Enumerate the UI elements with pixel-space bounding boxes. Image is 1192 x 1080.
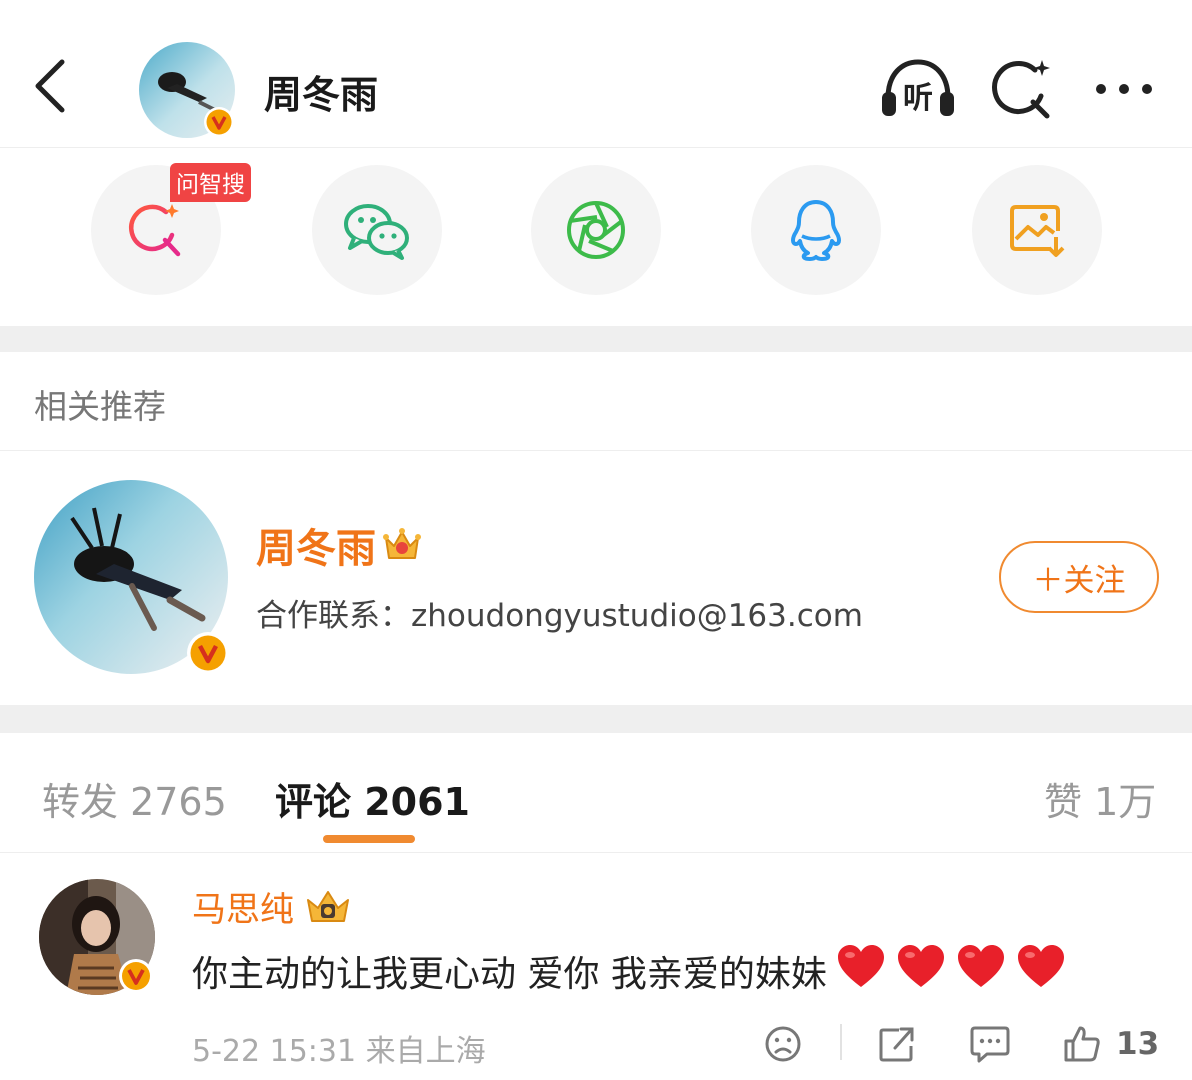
thumbs-up-icon [1064,1026,1100,1062]
more-icon [1096,84,1152,94]
like-count: 13 [1116,1026,1160,1062]
smart-search-icon [129,204,181,257]
save-image-icon [1010,205,1065,257]
headphones-icon: 听 [882,59,954,116]
smart-search-icon [992,60,1050,119]
header-avatar[interactable] [137,40,237,140]
comment-bubble-icon [970,1026,1010,1063]
reply-button[interactable] [969,1022,1011,1066]
share-row: 问智搜 [0,150,1192,326]
interaction-tabs: 转发 2765 评论 2061 赞 1万 [0,733,1192,853]
share-qq-button[interactable] [751,165,881,295]
chevron-left-icon [35,59,65,113]
verified-badge-icon [119,959,153,993]
qq-icon [791,200,841,261]
search-button[interactable] [984,56,1060,122]
moments-icon [567,201,625,259]
more-button[interactable] [1086,56,1162,122]
frown-face-icon [765,1026,801,1062]
tab-like[interactable]: 赞 1万 [1044,771,1156,826]
top-bar: 周冬雨 听 [0,0,1192,148]
share-save-image-button[interactable] [972,165,1102,295]
heart-emoji-icon [895,942,947,990]
comment-body: 你主动的让我更心动 爱你 我亲爱的妹妹 [192,942,1067,999]
new-tag-badge: 问智搜 [170,163,251,202]
related-user-name[interactable]: 周冬雨 [256,516,376,574]
heart-emoji-icon [1015,942,1067,990]
comment-text: 你主动的让我更心动 爱你 我亲爱的妹妹 [192,953,827,995]
comment-meta: 5-22 15:31 来自上海 [192,1034,486,1069]
share-wechat-button[interactable] [312,165,442,295]
tab-repost[interactable]: 转发 2765 [42,771,227,826]
comment-author-name[interactable]: 马思纯 [192,882,294,931]
like-button[interactable]: 13 [1062,1022,1159,1066]
verified-badge-icon [204,107,234,137]
follow-button[interactable]: ＋关注 [999,541,1159,613]
crown-badge-icon [383,528,421,559]
share-comment-button[interactable] [877,1022,917,1066]
listen-button[interactable]: 听 [880,56,956,122]
related-user-avatar[interactable] [32,478,230,676]
comment-author-row[interactable]: 马思纯 [192,882,352,931]
share-icon [879,1027,914,1062]
action-separator [840,1024,842,1060]
related-user-name-row[interactable]: 周冬雨 [256,516,422,574]
svg-text:听: 听 [903,81,933,116]
heart-emoji-icon [835,942,887,990]
heart-emoji-icon [955,942,1007,990]
wechat-icon [344,204,409,260]
divider [0,450,1192,451]
page-title: 周冬雨 [264,73,379,117]
back-button[interactable] [28,56,72,116]
related-section-title: 相关推荐 [34,387,166,426]
dislike-button[interactable] [764,1022,802,1066]
tab-comment[interactable]: 评论 2061 [275,771,470,826]
section-divider [0,705,1192,733]
verified-badge-icon [187,632,229,674]
crown-badge-icon [307,890,349,922]
comment-avatar[interactable] [38,878,156,996]
related-user-description: 合作联系：zhoudongyustudio@163.com [256,598,863,634]
heart-emoji-group [827,942,1067,999]
active-tab-indicator [323,835,415,843]
share-moments-button[interactable] [531,165,661,295]
section-divider [0,326,1192,352]
